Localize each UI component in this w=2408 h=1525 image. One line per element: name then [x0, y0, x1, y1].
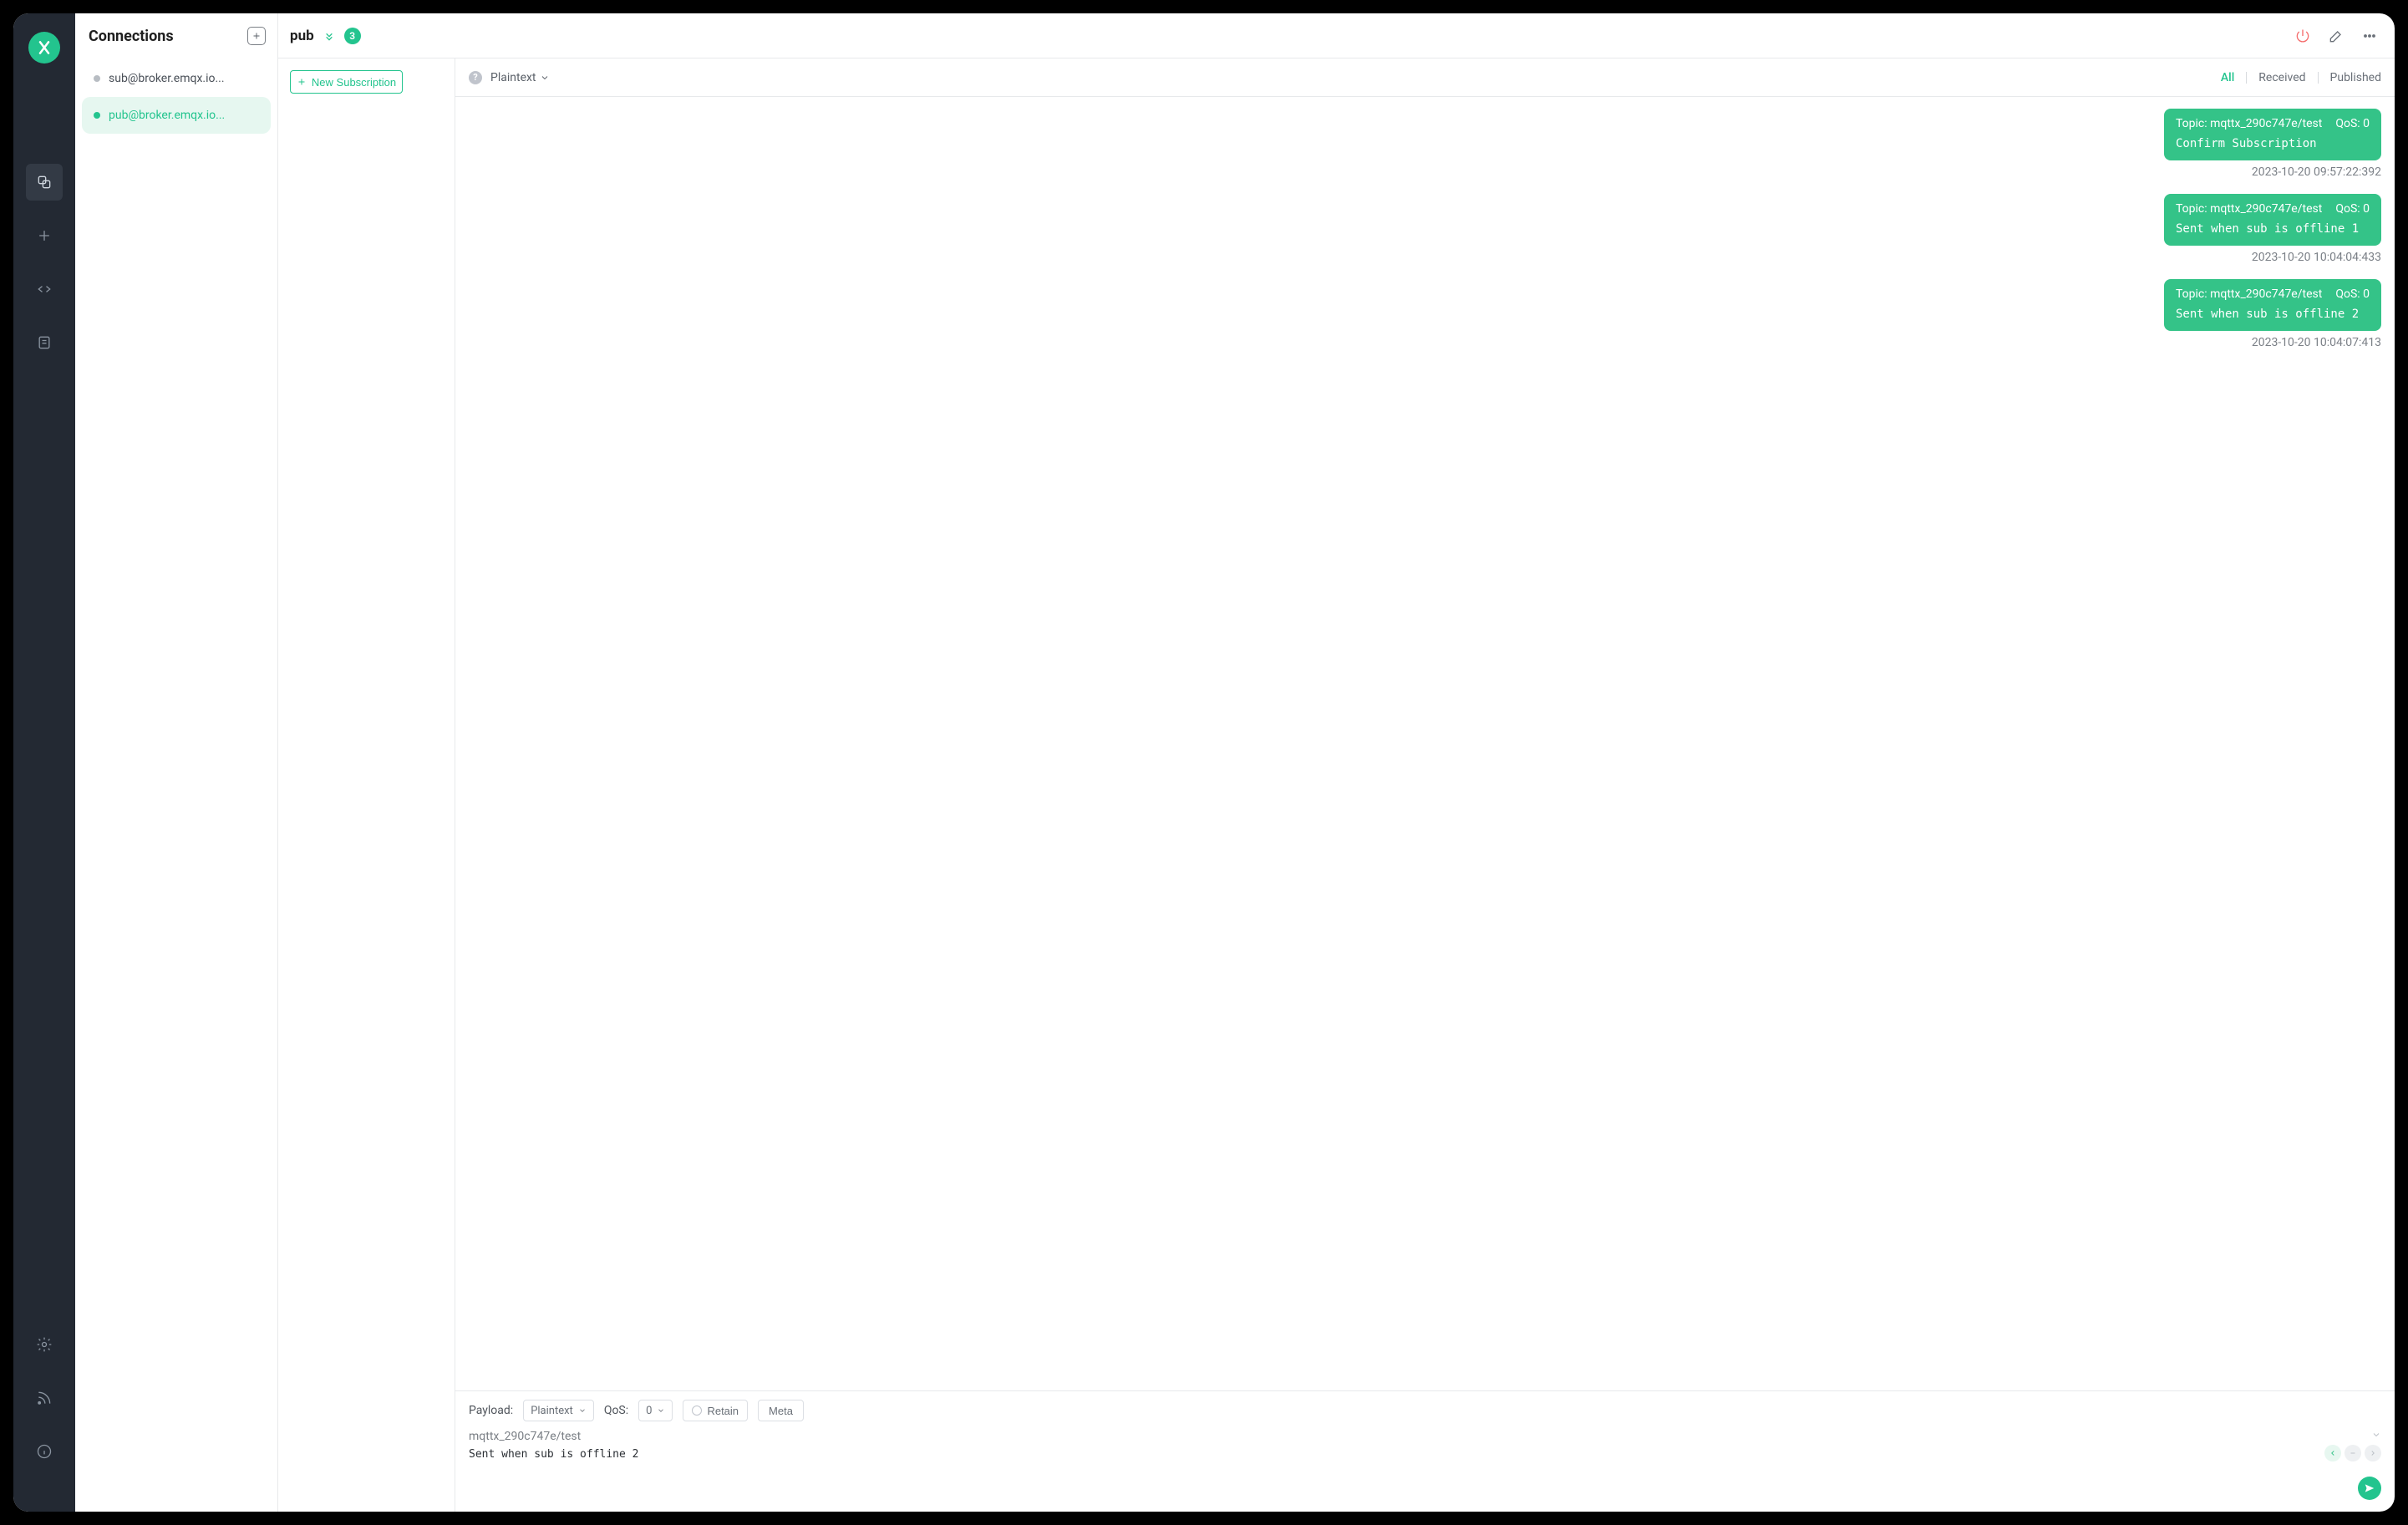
message-body: Sent when sub is offline 1: [2176, 222, 2370, 236]
status-dot-icon: [94, 75, 100, 82]
tab-all[interactable]: All: [2221, 71, 2234, 84]
payload-input[interactable]: Sent when sub is offline 2: [469, 1448, 2381, 1498]
message-qos: QoS: 0: [2335, 202, 2370, 216]
qos-select[interactable]: 0: [638, 1400, 673, 1421]
tab-published[interactable]: Published: [2330, 71, 2381, 84]
history-next-button: [2365, 1445, 2381, 1461]
message-item: Topic: mqttx_290c747e/test QoS: 0 Sent w…: [469, 279, 2381, 349]
connection-item-label: pub@broker.emqx.io...: [109, 109, 225, 122]
meta-label: Meta: [769, 1405, 793, 1417]
filter-bar: ? Plaintext All Received Published: [455, 58, 2395, 97]
nav-settings-icon[interactable]: [26, 1326, 63, 1363]
nav-rail: [13, 13, 75, 1512]
add-connection-button[interactable]: [247, 27, 266, 45]
expand-icon[interactable]: [323, 29, 336, 43]
help-icon[interactable]: ?: [469, 71, 482, 84]
send-button[interactable]: [2358, 1477, 2381, 1500]
connection-item-sub[interactable]: sub@broker.emqx.io...: [82, 60, 271, 97]
subscriptions-column: New Subscription: [278, 58, 455, 1512]
app-logo: [28, 32, 60, 64]
connection-list: sub@broker.emqx.io... pub@broker.emqx.io…: [75, 57, 277, 137]
composer: Payload: Plaintext QoS: 0 Retain: [455, 1390, 2395, 1512]
nav-connections-icon[interactable]: [26, 164, 63, 201]
connection-item-pub[interactable]: pub@broker.emqx.io...: [82, 97, 271, 134]
qos-value: 0: [646, 1405, 652, 1417]
nav-feed-icon[interactable]: [26, 1380, 63, 1416]
more-button[interactable]: [2360, 26, 2380, 46]
new-subscription-label: New Subscription: [312, 76, 396, 89]
qos-label: QoS:: [604, 1404, 628, 1417]
display-format-value: Plaintext: [490, 71, 536, 84]
message-count-badge: 3: [344, 28, 361, 44]
message-bubble: Topic: mqttx_290c747e/test QoS: 0 Sent w…: [2164, 279, 2381, 331]
main-panel: pub 3 New Subsc: [278, 13, 2395, 1512]
new-subscription-button[interactable]: New Subscription: [290, 70, 403, 94]
disconnect-button[interactable]: [2293, 26, 2313, 46]
message-timestamp: 2023-10-20 10:04:04:433: [2252, 251, 2381, 264]
message-qos: QoS: 0: [2335, 117, 2370, 130]
connection-topbar: pub 3: [278, 13, 2395, 58]
history-pager: [2324, 1445, 2381, 1461]
nav-logs-icon[interactable]: [26, 324, 63, 361]
connection-name: pub: [290, 28, 314, 44]
radio-icon: [692, 1406, 702, 1416]
message-bubble: Topic: mqttx_290c747e/test QoS: 0 Confir…: [2164, 109, 2381, 160]
message-topic: Topic: mqttx_290c747e/test: [2176, 287, 2322, 301]
message-topic: Topic: mqttx_290c747e/test: [2176, 202, 2322, 216]
message-timestamp: 2023-10-20 09:57:22:392: [2252, 165, 2381, 179]
payload-format-value: Plaintext: [531, 1405, 573, 1417]
meta-button[interactable]: Meta: [758, 1400, 804, 1421]
message-item: Topic: mqttx_290c747e/test QoS: 0 Sent w…: [469, 194, 2381, 264]
topic-input[interactable]: mqttx_290c747e/test: [469, 1430, 581, 1443]
message-body: Confirm Subscription: [2176, 137, 2370, 150]
display-format-select[interactable]: Plaintext: [490, 71, 550, 84]
tab-received[interactable]: Received: [2258, 71, 2305, 84]
history-prev-button[interactable]: [2324, 1445, 2341, 1461]
retain-toggle[interactable]: Retain: [683, 1400, 748, 1421]
message-list: Topic: mqttx_290c747e/test QoS: 0 Confir…: [455, 97, 2395, 1390]
connection-item-label: sub@broker.emqx.io...: [109, 72, 225, 85]
message-bubble: Topic: mqttx_290c747e/test QoS: 0 Sent w…: [2164, 194, 2381, 246]
message-timestamp: 2023-10-20 10:04:07:413: [2252, 336, 2381, 349]
message-filter-tabs: All Received Published: [2221, 71, 2381, 84]
history-mid-button: [2344, 1445, 2361, 1461]
chevron-down-icon[interactable]: [2371, 1430, 2381, 1443]
status-dot-icon: [94, 112, 100, 119]
message-qos: QoS: 0: [2335, 287, 2370, 301]
nav-new-icon[interactable]: [26, 217, 63, 254]
retain-label: Retain: [707, 1405, 739, 1417]
message-body: Sent when sub is offline 2: [2176, 308, 2370, 321]
sidebar-title: Connections: [89, 28, 174, 45]
connections-sidebar: Connections sub@broker.emqx.io... pub@br…: [75, 13, 278, 1512]
payload-format-select[interactable]: Plaintext: [523, 1400, 594, 1421]
nav-scripts-icon[interactable]: [26, 271, 63, 308]
message-item: Topic: mqttx_290c747e/test QoS: 0 Confir…: [469, 109, 2381, 179]
message-topic: Topic: mqttx_290c747e/test: [2176, 117, 2322, 130]
nav-about-icon[interactable]: [26, 1433, 63, 1470]
payload-label: Payload:: [469, 1404, 513, 1417]
edit-button[interactable]: [2326, 26, 2346, 46]
